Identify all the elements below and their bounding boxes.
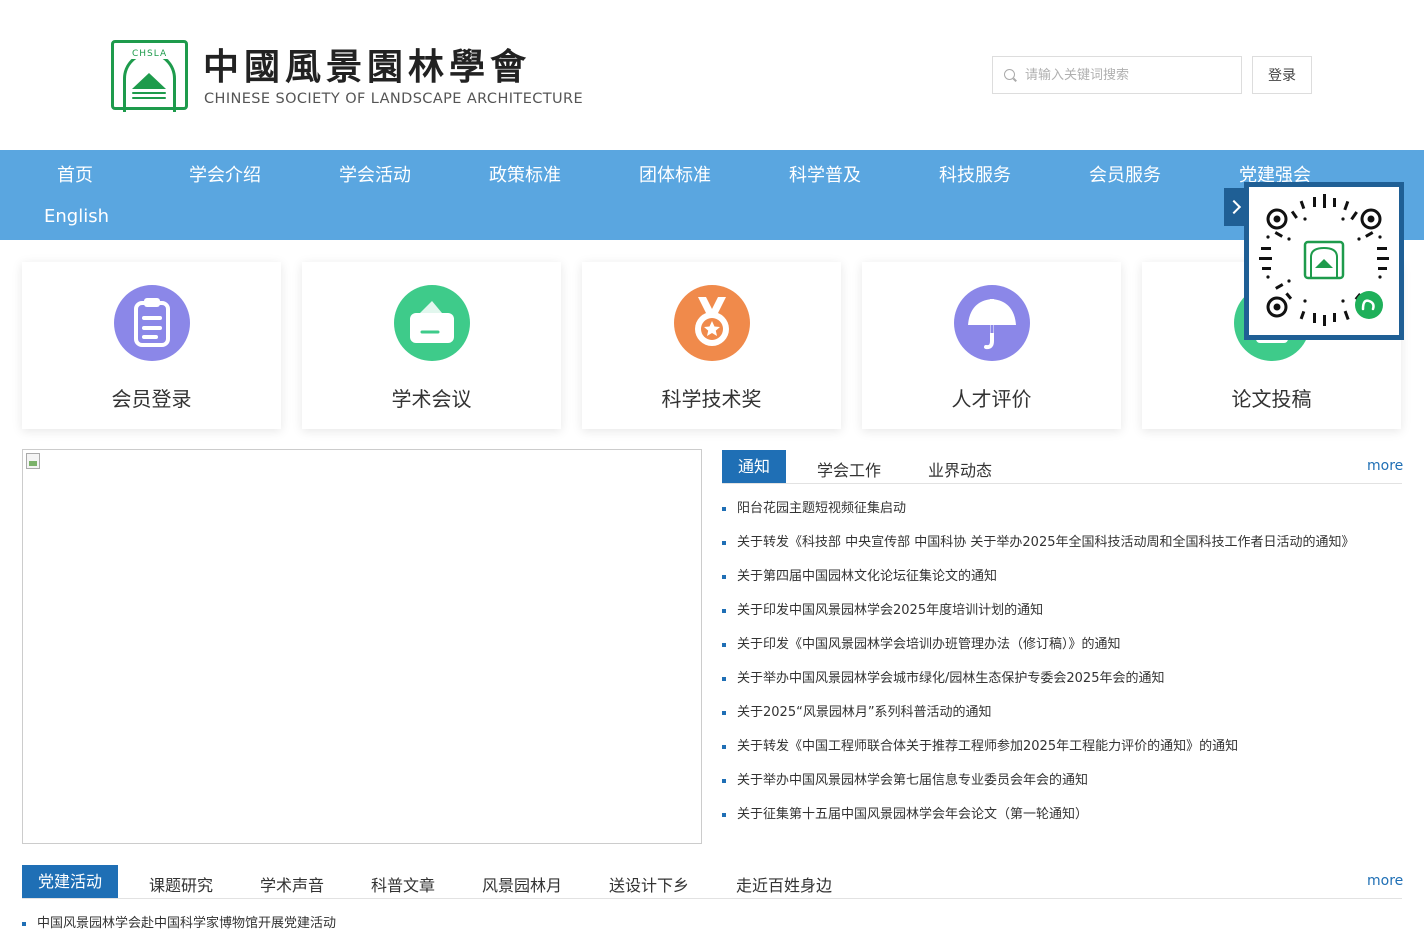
tabs-divider [22,898,1402,899]
party-list: 中国风景园林学会赴中国科学家博物馆开展党建活动 [22,914,702,933]
nav-item-about[interactable]: 学会介绍 [189,161,261,187]
service-card-talent[interactable]: 人才评价 [862,262,1121,429]
tab-popular-science[interactable]: 科普文章 [371,872,435,896]
service-label: 会员登录 [111,387,192,411]
news-list: 阳台花园主题短视频征集启动 关于转发《科技部 中央宣传部 中国科协 关于举办20… [722,499,1402,839]
nav-item-science[interactable]: 科学普及 [789,161,861,187]
list-item[interactable]: 关于印发中国风景园林学会2025年度培训计划的通知 [722,601,1402,635]
mini-program-qr-popup [1244,182,1404,340]
emblem-wave [132,92,166,94]
search-box [992,56,1242,94]
list-item[interactable]: 关于转发《科技部 中央宣传部 中国科协 关于举办2025年全国科技活动周和全国科… [722,533,1402,567]
party-more-link[interactable]: more [1367,873,1403,889]
tab-academic-voice[interactable]: 学术声音 [260,872,324,896]
list-item[interactable]: 中国风景园林学会赴中国科学家博物馆开展党建活动 [22,914,702,933]
site-title[interactable]: 中國風景園林學會 [203,38,531,90]
tab-research[interactable]: 课题研究 [149,872,213,896]
list-item[interactable]: 关于举办中国风景园林学会第七届信息专业委员会年会的通知 [722,771,1402,805]
wallet-icon [394,285,470,361]
service-card-conference[interactable]: 学术会议 [302,262,561,429]
logo-emblem-icon[interactable]: CHSLA [111,40,188,112]
list-item[interactable]: 关于印发《中国风景园林学会培训办班管理办法（修订稿）》的通知 [722,635,1402,669]
tab-notice[interactable]: 通知 [722,450,787,483]
emblem-mountain [132,73,166,89]
nav-item-group-standards[interactable]: 团体标准 [639,161,711,187]
search-input[interactable] [1025,65,1230,85]
nav-item-tech-service[interactable]: 科技服务 [939,161,1011,187]
tab-landscape-month[interactable]: 风景园林月 [482,872,562,896]
site-header: CHSLA 中國風景園林學會 CHINESE SOCIETY OF LANDSC… [0,0,1424,150]
service-label: 论文投稿 [1231,387,1312,411]
tabs-divider [722,483,1402,484]
nav-item-home[interactable]: 首页 [57,161,93,187]
service-label: 科学技术奖 [661,387,762,411]
list-item[interactable]: 阳台花园主题短视频征集启动 [722,499,1402,533]
list-item[interactable]: 关于转发《中国工程师联合体关于推荐工程师参加2025年工程能力评价的通知》的通知 [722,737,1402,771]
list-item[interactable]: 关于举办中国风景园林学会城市绿化/园林生态保护专委会2025年会的通知 [722,669,1402,703]
banner-image[interactable] [22,449,702,844]
tab-near-people[interactable]: 走近百姓身边 [736,872,832,896]
list-item[interactable]: 关于2025“风景园林月”系列科普活动的通知 [722,703,1402,737]
service-card-member-login[interactable]: 会员登录 [22,262,281,429]
nav-item-member-service[interactable]: 会员服务 [1089,161,1161,187]
main-nav: 首页 学会介绍 学会活动 政策标准 团体标准 科学普及 科技服务 会员服务 党建… [0,150,1424,240]
nav-item-english[interactable]: English [44,206,109,227]
medal-icon [674,285,750,361]
login-button[interactable]: 登录 [1252,56,1312,94]
service-label: 学术会议 [391,387,472,411]
broken-image-icon [26,453,40,469]
site-subtitle: CHINESE SOCIETY OF LANDSCAPE ARCHITECTUR… [204,91,584,107]
list-item[interactable]: 关于第四届中国园林文化论坛征集论文的通知 [722,567,1402,601]
service-label: 人才评价 [951,387,1032,411]
list-item[interactable]: 关于征集第十五届中国风景园林学会年会论文（第一轮通知） [722,805,1402,839]
umbrella-icon [954,285,1030,361]
clipboard-icon [114,285,190,361]
nav-item-activities[interactable]: 学会活动 [339,161,411,187]
tab-party-activities[interactable]: 党建活动 [22,865,119,898]
tab-design-to-countryside[interactable]: 送设计下乡 [609,872,689,896]
nav-item-policy[interactable]: 政策标准 [489,161,561,187]
tab-society-work[interactable]: 学会工作 [817,457,881,481]
service-card-award[interactable]: 科学技术奖 [582,262,841,429]
search-icon[interactable] [1004,69,1015,80]
qr-code-icon [1259,194,1389,326]
qr-collapse-arrow-icon[interactable] [1224,188,1246,226]
emblem-wave [132,97,166,99]
emblem-text: CHSLA [130,49,170,59]
news-more-link[interactable]: more [1367,458,1403,474]
tab-industry-news[interactable]: 业界动态 [928,457,992,481]
